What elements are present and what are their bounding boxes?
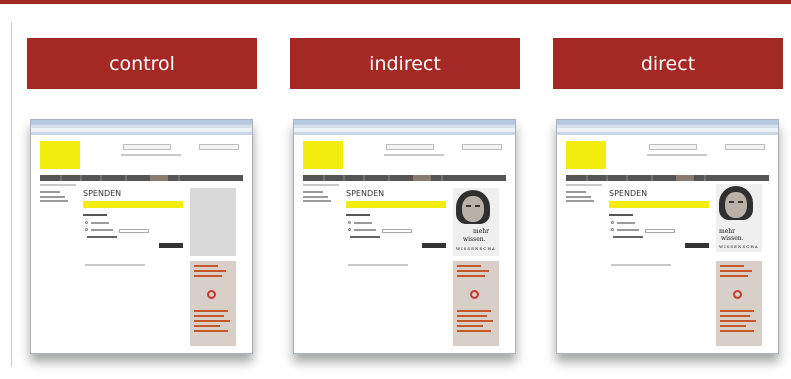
sidebar-box	[190, 188, 236, 256]
panel-control: control SPENDEN	[27, 38, 257, 368]
poster-text-1: mehr	[473, 228, 489, 235]
highlight-bar	[346, 201, 446, 208]
website-screenshot: SPENDEN	[30, 119, 253, 354]
search-box	[649, 144, 697, 150]
poster-text-1: mehr	[719, 228, 735, 235]
poster-text-3: WISSENSCHA	[719, 244, 759, 249]
right-search	[199, 144, 239, 150]
submit-button	[685, 243, 709, 248]
highlight-bar	[609, 201, 709, 208]
search-box	[386, 144, 434, 150]
poster-text-3: WISSENSCHA	[456, 246, 496, 251]
amount-field	[645, 229, 675, 233]
logo-block	[40, 141, 80, 169]
poster-image: mehr wissen. WISSENSCHA	[716, 184, 762, 252]
panel-indirect: indirect SPENDEN mehr wissen. WISSENSCHA	[290, 38, 520, 368]
panel-header: control	[27, 38, 257, 89]
promo-box	[453, 261, 499, 346]
right-search	[462, 144, 502, 150]
poster-text-2: wissen.	[721, 235, 744, 242]
submit-button	[422, 243, 446, 248]
page-heading: SPENDEN	[609, 189, 648, 198]
no-sign-icon	[733, 290, 742, 299]
page-heading: SPENDEN	[83, 189, 122, 198]
amount-field	[382, 229, 412, 233]
page-heading: SPENDEN	[346, 189, 385, 198]
right-search	[725, 144, 765, 150]
poster-image: mehr wissen. WISSENSCHA	[453, 188, 499, 256]
promo-box	[190, 261, 236, 346]
no-sign-icon	[470, 290, 479, 299]
left-divider	[11, 22, 12, 367]
panel-header: indirect	[290, 38, 520, 89]
no-sign-icon	[207, 290, 216, 299]
website-screenshot: SPENDEN mehr wissen. WISSENSCHA	[556, 119, 779, 354]
promo-box	[716, 261, 762, 346]
nav-bar	[40, 175, 243, 181]
top-divider	[0, 0, 791, 4]
nav-bar	[566, 175, 769, 181]
logo-block	[303, 141, 343, 169]
website-screenshot: SPENDEN mehr wissen. WISSENSCHA	[293, 119, 516, 354]
submit-button	[159, 243, 183, 248]
panel-header: direct	[553, 38, 783, 89]
amount-field	[119, 229, 149, 233]
search-box	[123, 144, 171, 150]
logo-block	[566, 141, 606, 169]
panel-direct: direct SPENDEN mehr wissen. WISSENSCHA	[553, 38, 783, 368]
poster-text-2: wissen.	[463, 236, 486, 243]
highlight-bar	[83, 201, 183, 208]
nav-bar	[303, 175, 506, 181]
